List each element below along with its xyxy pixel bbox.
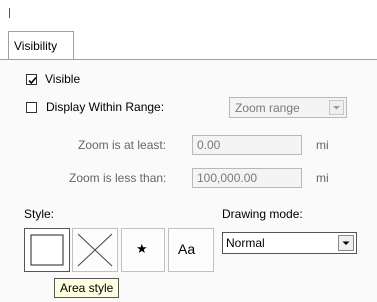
zoom-at-least-value: 0.00: [197, 138, 221, 152]
area-style-icon: [30, 234, 64, 266]
zoom-range-select[interactable]: Zoom range: [229, 97, 347, 118]
visible-label: Visible: [45, 72, 81, 86]
zoom-range-value: Zoom range: [235, 101, 300, 115]
chevron-down-icon: [342, 241, 350, 245]
drawing-mode-value: Normal: [226, 236, 265, 250]
display-within-range-checkbox[interactable]: [26, 102, 37, 113]
visible-checkbox[interactable]: [26, 74, 37, 85]
zoom-less-than-input[interactable]: 100,000.00: [192, 168, 302, 188]
drawing-mode-select[interactable]: Normal: [222, 232, 357, 254]
zoom-at-least-unit: mi: [316, 138, 329, 152]
line-style-icon: [77, 233, 113, 267]
zoom-at-least-label: Zoom is at least:: [78, 138, 167, 152]
checkmark-icon: [28, 76, 37, 85]
zoom-less-than-value: 100,000.00: [197, 171, 258, 185]
display-within-range-label: Display Within Range:: [46, 100, 165, 114]
zoom-less-than-unit: mi: [316, 171, 329, 185]
drawing-mode-label: Drawing mode:: [222, 207, 303, 221]
area-style-button[interactable]: [24, 228, 70, 272]
style-label: Style:: [24, 207, 55, 221]
symbol-style-button[interactable]: ★: [121, 228, 165, 272]
label-style-button[interactable]: Aa: [168, 228, 214, 272]
chevron-down-icon: [333, 106, 340, 110]
zoom-less-than-label: Zoom is less than:: [69, 171, 167, 185]
line-style-button[interactable]: [72, 228, 118, 272]
drawing-mode-dropdown-button[interactable]: [338, 235, 354, 251]
area-style-tooltip: Area style: [54, 278, 120, 298]
text-caret: [9, 8, 10, 18]
zoom-range-dropdown-button[interactable]: [329, 100, 344, 115]
text-style-icon: Aa: [178, 241, 196, 257]
zoom-at-least-input[interactable]: 0.00: [192, 135, 302, 155]
star-icon: ★: [136, 242, 148, 257]
tab-visibility-label: Visibility: [14, 39, 58, 53]
